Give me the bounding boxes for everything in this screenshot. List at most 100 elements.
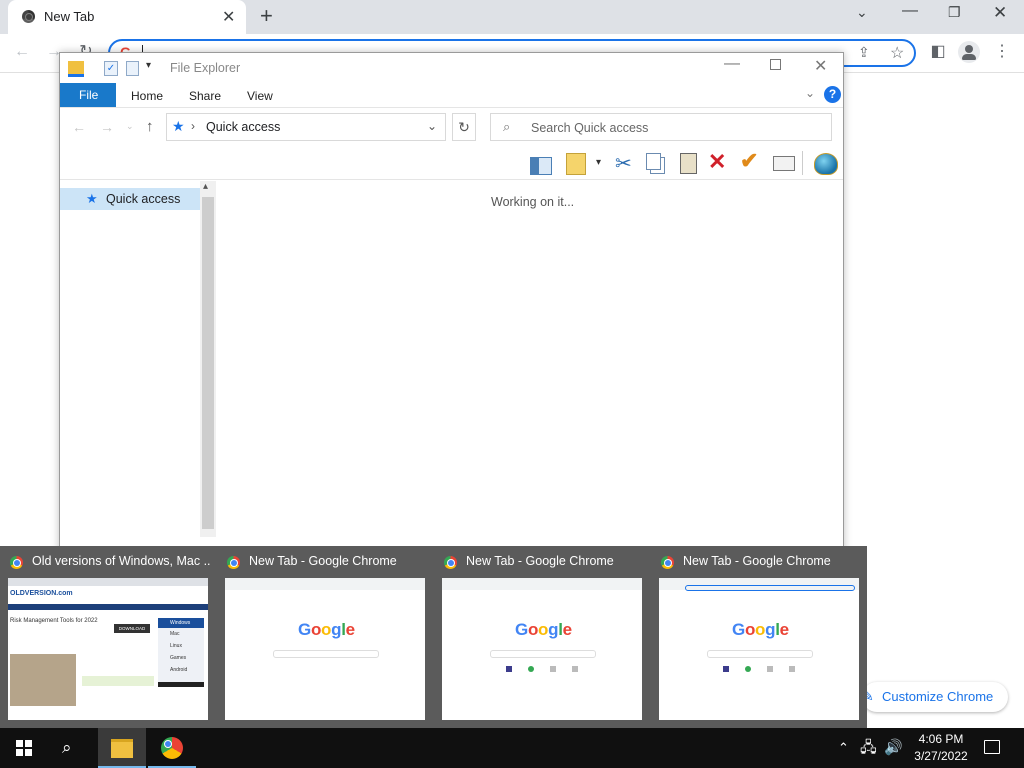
new-folder-icon[interactable] <box>126 61 139 76</box>
explorer-folder-icon <box>68 61 84 77</box>
close-chrome-icon[interactable]: ✕ <box>993 3 1007 23</box>
chrome-tab[interactable]: New Tab ✕ <box>8 0 246 34</box>
thumb-google-logo: Google <box>298 620 355 639</box>
tab-search-icon[interactable]: ⌄ <box>856 4 868 21</box>
customize-chrome-button[interactable]: ✎ Customize Chrome <box>862 682 1008 712</box>
preview-chrome-icon <box>227 556 240 569</box>
chrome-tab-favicon-icon <box>22 10 35 23</box>
chrome-taskbar-icon <box>161 737 183 759</box>
notifications-icon[interactable] <box>984 740 1000 754</box>
address-text: Quick access <box>206 120 281 134</box>
preview-thumbnail: Google <box>442 578 642 720</box>
share-icon[interactable]: ⇪ <box>858 44 870 61</box>
nav-scrollbar[interactable]: ▴ <box>200 181 216 537</box>
properties-folder-icon[interactable] <box>566 153 586 175</box>
preview-title: New Tab - Google Chrome <box>466 554 614 568</box>
side-panel-icon[interactable]: ◧ <box>926 40 950 64</box>
thumb-site-name: OLDVERSION.com <box>10 590 73 597</box>
show-hidden-icons-icon[interactable]: ⌃ <box>838 738 849 758</box>
explorer-title: File Explorer <box>170 61 241 75</box>
delete-icon[interactable]: ✕ <box>708 149 726 175</box>
preview-card-new-tab-1[interactable]: New Tab - Google Chrome Google <box>217 546 434 728</box>
rename-check-icon[interactable]: ✔ <box>740 148 758 174</box>
up-icon[interactable]: ↑ <box>146 118 154 135</box>
recent-locations-icon[interactable]: ⌄ <box>126 121 134 132</box>
close-tab-icon[interactable]: ✕ <box>222 7 235 27</box>
clock-time[interactable]: 4:06 PM <box>917 732 965 746</box>
taskbar-preview-strip: Old versions of Windows, Mac ... OLDVERS… <box>0 546 867 728</box>
help-icon[interactable]: ? <box>824 86 841 103</box>
share-globe-icon[interactable] <box>814 153 838 175</box>
profile-avatar-icon[interactable] <box>958 41 980 63</box>
address-dropdown-icon[interactable]: ⌄ <box>427 119 437 133</box>
thumb-headline: Risk Management Tools for 2022 <box>10 618 98 624</box>
thumb-google-logo: Google <box>732 620 789 639</box>
preview-thumbnail: Google <box>659 578 859 720</box>
paste-icon[interactable] <box>680 153 697 174</box>
chrome-menu-icon[interactable]: ⋮ <box>990 40 1014 64</box>
search-box[interactable]: ⌕ Search Quick access <box>490 113 832 141</box>
preview-card-oldversion[interactable]: Old versions of Windows, Mac ... OLDVERS… <box>0 546 217 728</box>
breadcrumb-chevron-icon: › <box>191 119 195 133</box>
quick-access-star-icon: ★ <box>172 118 185 134</box>
back-icon[interactable]: ← <box>10 40 34 64</box>
ribbon-expand-icon[interactable]: ⌄ <box>805 86 815 100</box>
clock-date[interactable]: 3/27/2022 <box>912 749 970 763</box>
toolbar-dropdown-icon[interactable]: ▾ <box>596 157 601 168</box>
email-icon[interactable] <box>773 156 795 171</box>
search-taskbar-icon[interactable]: ⌕ <box>62 738 72 758</box>
toolbar-divider <box>802 151 803 175</box>
preview-title: New Tab - Google Chrome <box>683 554 831 568</box>
copy-icon[interactable] <box>646 153 661 170</box>
ribbon-tab-file-label: File <box>79 88 99 102</box>
navigation-pane-icon[interactable] <box>530 157 552 175</box>
ribbon-tab-view[interactable]: View <box>247 85 273 107</box>
thumb-google-logo: Google <box>515 620 572 639</box>
preview-chrome-icon <box>444 556 457 569</box>
ribbon-tab-home[interactable]: Home <box>131 85 163 107</box>
explorer-forward-icon[interactable]: → <box>100 119 114 135</box>
explorer-maximize-icon[interactable] <box>770 59 781 70</box>
restore-chrome-icon[interactable]: ❐ <box>948 4 961 21</box>
thumb-download-button: DOWNLOAD <box>114 624 150 633</box>
thumb-os-menu: Windows Mac Linux Games Android <box>158 618 204 682</box>
nav-item-label: Quick access <box>106 192 181 206</box>
search-icon: ⌕ <box>503 119 511 134</box>
explorer-back-icon[interactable]: ← <box>72 119 86 135</box>
preview-card-new-tab-2[interactable]: New Tab - Google Chrome Google <box>434 546 651 728</box>
nav-quick-access-star-icon: ★ <box>86 191 98 206</box>
volume-icon[interactable]: 🔊 <box>884 738 903 758</box>
quick-access-toolbar-dropdown-icon[interactable]: ▾ <box>146 60 151 71</box>
file-explorer-taskbar-icon <box>111 739 133 758</box>
network-icon[interactable]: 🖧 <box>860 738 877 758</box>
cut-icon[interactable]: ✂ <box>615 151 632 176</box>
customize-chrome-label: Customize Chrome <box>882 689 994 704</box>
status-working: Working on it... <box>491 195 575 209</box>
preview-thumbnail: Google <box>225 578 425 720</box>
scroll-thumb[interactable] <box>202 197 214 529</box>
ribbon-tab-share[interactable]: Share <box>189 85 221 107</box>
ribbon-tab-file[interactable]: File <box>60 83 116 107</box>
taskbar-file-explorer[interactable] <box>98 728 146 768</box>
refresh-icon[interactable]: ↻ <box>452 113 476 141</box>
preview-chrome-icon <box>661 556 674 569</box>
address-bar[interactable]: ★ › Quick access ⌄ <box>166 113 446 141</box>
preview-chrome-icon <box>10 556 23 569</box>
explorer-close-icon[interactable]: ✕ <box>814 56 827 76</box>
bookmark-star-icon[interactable]: ☆ <box>890 43 904 63</box>
nav-item-quick-access[interactable]: ★ Quick access <box>60 188 200 210</box>
search-placeholder: Search Quick access <box>531 121 649 135</box>
explorer-minimize-icon[interactable]: — <box>724 55 740 73</box>
scroll-up-icon[interactable]: ▴ <box>203 181 208 192</box>
taskbar-chrome[interactable] <box>148 728 196 768</box>
start-windows-icon[interactable] <box>16 740 32 756</box>
preview-title: Old versions of Windows, Mac ... <box>32 554 210 568</box>
thumb-photo <box>10 654 76 706</box>
chrome-tab-title: New Tab <box>44 9 95 24</box>
properties-icon[interactable]: ✓ <box>104 61 118 76</box>
preview-card-new-tab-3[interactable]: New Tab - Google Chrome Google <box>651 546 868 728</box>
preview-title: New Tab - Google Chrome <box>249 554 397 568</box>
new-tab-icon[interactable]: + <box>260 3 273 29</box>
minimize-chrome-icon[interactable]: — <box>902 2 918 20</box>
preview-thumbnail: OLDVERSION.com Risk Management Tools for… <box>8 578 208 720</box>
